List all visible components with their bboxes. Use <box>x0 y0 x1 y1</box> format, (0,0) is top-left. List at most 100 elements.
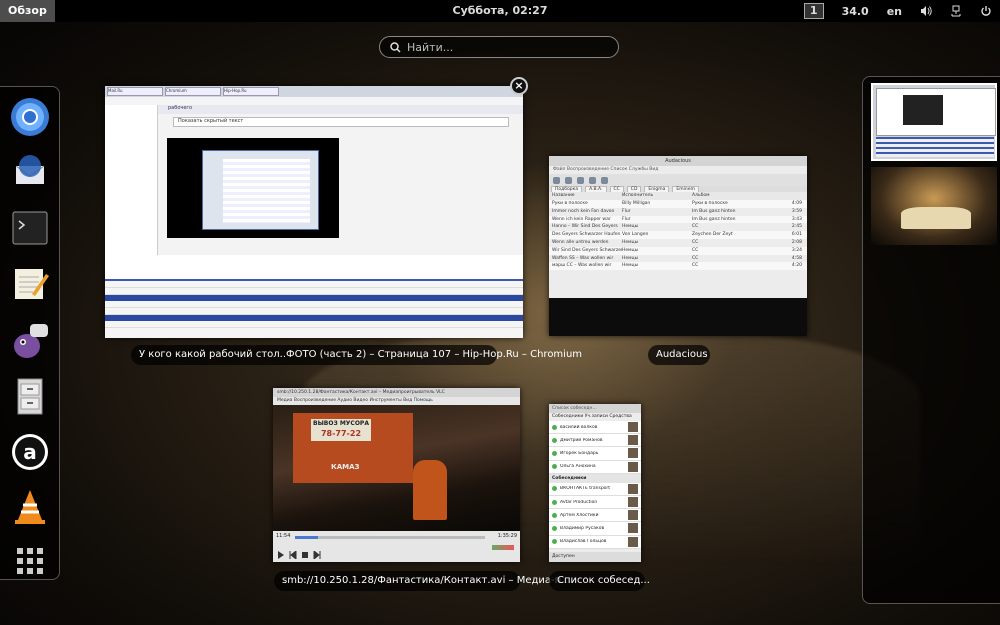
spoiler-toggle[interactable]: Показать скрытый текст <box>173 117 509 127</box>
playlist-cell: Flur <box>622 216 631 222</box>
online-status-icon <box>552 437 557 443</box>
playlist-cell: Waffen SS – Was wollen wir <box>552 255 614 261</box>
workspace-thumbnail-1[interactable] <box>871 83 997 161</box>
thunderbird-icon[interactable] <box>8 150 52 194</box>
close-window-icon[interactable]: × <box>510 77 528 95</box>
playlist-cell: 3:43 <box>791 216 802 222</box>
browser-tab[interactable]: Chromium <box>165 87 221 96</box>
playlist-cell: 6:01 <box>791 232 802 238</box>
playlist-cell: марш CC – Was wollen wir <box>552 263 612 269</box>
audacious-window[interactable]: Audacious Файл Воспроизведение Список Сл… <box>549 156 807 336</box>
playlist-cell: Des Geyers Schwarzer Haufen <box>552 232 621 238</box>
playlist-cell: CC <box>692 239 699 245</box>
contact-row[interactable]: ВКОНТАКТЕ transport <box>549 482 641 496</box>
contact-name: Ольга Анохина <box>560 464 596 470</box>
prev-icon[interactable] <box>589 176 596 184</box>
contact-row[interactable]: василий волков <box>549 421 641 435</box>
forum-table <box>105 281 523 338</box>
search-input[interactable] <box>405 39 609 55</box>
window-title: Список собеседн... <box>549 404 641 413</box>
playlist-row[interactable]: Wenn alle untreu werden Немцы CC 2:08 <box>549 239 807 247</box>
workspace-thumbnail-2[interactable] <box>871 167 997 245</box>
volume-slider[interactable] <box>492 545 514 550</box>
posted-screenshot <box>167 138 339 238</box>
video-area[interactable]: ВЫВОЗ МУСОРА 78-77-22 КАМАЗ <box>273 405 520 531</box>
chromium-window[interactable]: Mail.Ru Chromium Hip-Hop.Ru рабочего Пок… <box>105 86 523 338</box>
terminal-icon[interactable] <box>8 206 52 250</box>
playlist: Руки в полоске Billy Milligan Руки в полос… <box>549 200 807 271</box>
contact-row[interactable]: Ольга Анохина <box>549 460 641 474</box>
contact-row[interactable]: Владислав Гольцов <box>549 535 641 549</box>
pidgin-icon[interactable] <box>8 318 52 362</box>
playlist-cell: CC <box>692 255 699 261</box>
seek-bar[interactable] <box>295 536 485 539</box>
avatar <box>628 422 638 433</box>
file-cabinet-icon[interactable] <box>8 374 52 418</box>
text-editor-icon[interactable] <box>8 262 52 306</box>
play-icon[interactable] <box>277 544 285 562</box>
playlist-cell: Flur <box>622 208 631 214</box>
playlist-cell: Немцы <box>622 239 639 245</box>
temperature-indicator[interactable]: 34.0 <box>842 5 869 18</box>
volume-icon[interactable] <box>920 5 932 17</box>
amazon-icon[interactable]: a <box>8 430 52 474</box>
search-box[interactable] <box>379 36 619 58</box>
contact-name: василий волков <box>560 424 598 430</box>
playlist-row[interactable]: Des Geyers Schwarzer Haufen Von Langen Zey… <box>549 231 807 239</box>
search-icon[interactable] <box>553 176 560 184</box>
menu-bar: Собеседники Уч.записи Средства <box>552 414 632 419</box>
playlist-cell: Zeychen Der Zeyt <box>692 232 733 238</box>
contact-row[interactable]: Артем Хлостикй <box>549 509 641 523</box>
avatar <box>628 435 638 446</box>
playlist-row[interactable]: Immer noch kein Fan davon Flur Im Bus ganz… <box>549 208 807 216</box>
online-status-icon <box>552 499 557 505</box>
show-applications-icon[interactable] <box>8 539 52 583</box>
network-icon[interactable] <box>950 5 962 17</box>
playlist-row[interactable]: Руки в полоске Billy Milligan Руки в полос… <box>549 200 807 208</box>
contact-row[interactable]: Avtar Production <box>549 495 641 510</box>
workspace-switcher <box>862 76 1000 604</box>
contact-row[interactable]: Дмитрий Романов <box>549 434 641 448</box>
prev-icon[interactable] <box>289 544 297 562</box>
playlist-cell: Wenn alle untreu werden <box>552 239 609 245</box>
open-icon[interactable] <box>565 176 572 184</box>
truck-sign: ВЫВОЗ МУСОРА 78-77-22 <box>311 419 371 441</box>
contact-group[interactable]: Собеседники <box>549 473 641 483</box>
status-selector[interactable]: Доступен <box>549 552 641 562</box>
contact-row[interactable]: Игорек Бондарь <box>549 447 641 461</box>
playlist-cell: 3:24 <box>791 247 802 253</box>
post-title: рабочего <box>158 105 523 114</box>
contact-name: ВКОНТАКТЕ transport <box>560 486 611 492</box>
vlc-icon[interactable] <box>8 485 52 529</box>
playlist-cell: Руки в полоске <box>692 201 728 206</box>
online-status-icon <box>552 450 557 456</box>
playlist-cell: 2:45 <box>791 224 802 230</box>
browser-tab[interactable]: Hip-Hop.Ru <box>223 87 279 96</box>
keyboard-layout-indicator[interactable]: en <box>887 5 902 18</box>
browser-tab[interactable]: Mail.Ru <box>107 87 163 96</box>
contact-name: Дмитрий Романов <box>560 437 603 443</box>
chromium-icon[interactable] <box>8 95 52 139</box>
play-icon[interactable] <box>601 176 608 184</box>
contact-name: Игорек Бондарь <box>560 450 599 456</box>
truck-brand: КАМАЗ <box>331 463 360 471</box>
playlist-cell: Im Bus ganz hinten <box>692 216 736 222</box>
power-icon[interactable] <box>980 5 992 17</box>
playlist-cell: Немцы <box>622 247 639 253</box>
playlist-row[interactable]: Wir Sind Des Geyers Schwarzer Немцы CC 3:24 <box>549 246 807 255</box>
workspace-indicator[interactable]: 1 <box>803 3 824 19</box>
vlc-window[interactable]: smb://10.250.1.28/Фантастика/Контакт.avi… <box>273 388 520 562</box>
add-icon[interactable] <box>577 176 584 184</box>
contact-list-window-label: Список собесед... <box>549 571 650 591</box>
online-status-icon <box>552 525 557 531</box>
playlist-row[interactable]: Hanno – Wir Sind Des Geyers Немцы CC 2:45 <box>549 223 807 231</box>
contact-list-window[interactable]: Список собеседн... Собеседники Уч.записи… <box>549 404 641 562</box>
playlist-row[interactable]: Wenn ich kein Rapper war Flur Im Bus ganz … <box>549 215 807 224</box>
playlist-row[interactable]: марш CC – Was wollen wir Немцы CC 4:20 <box>549 262 807 271</box>
stop-icon[interactable] <box>301 544 309 562</box>
contact-row[interactable]: Владимир Русаков <box>549 522 641 536</box>
playlist-row[interactable]: Waffen SS – Was wollen wir Немцы CC 4:58 <box>549 255 807 263</box>
next-icon[interactable] <box>313 544 321 562</box>
avatar <box>628 510 638 521</box>
contact-name: Владимир Русаков <box>560 525 605 531</box>
